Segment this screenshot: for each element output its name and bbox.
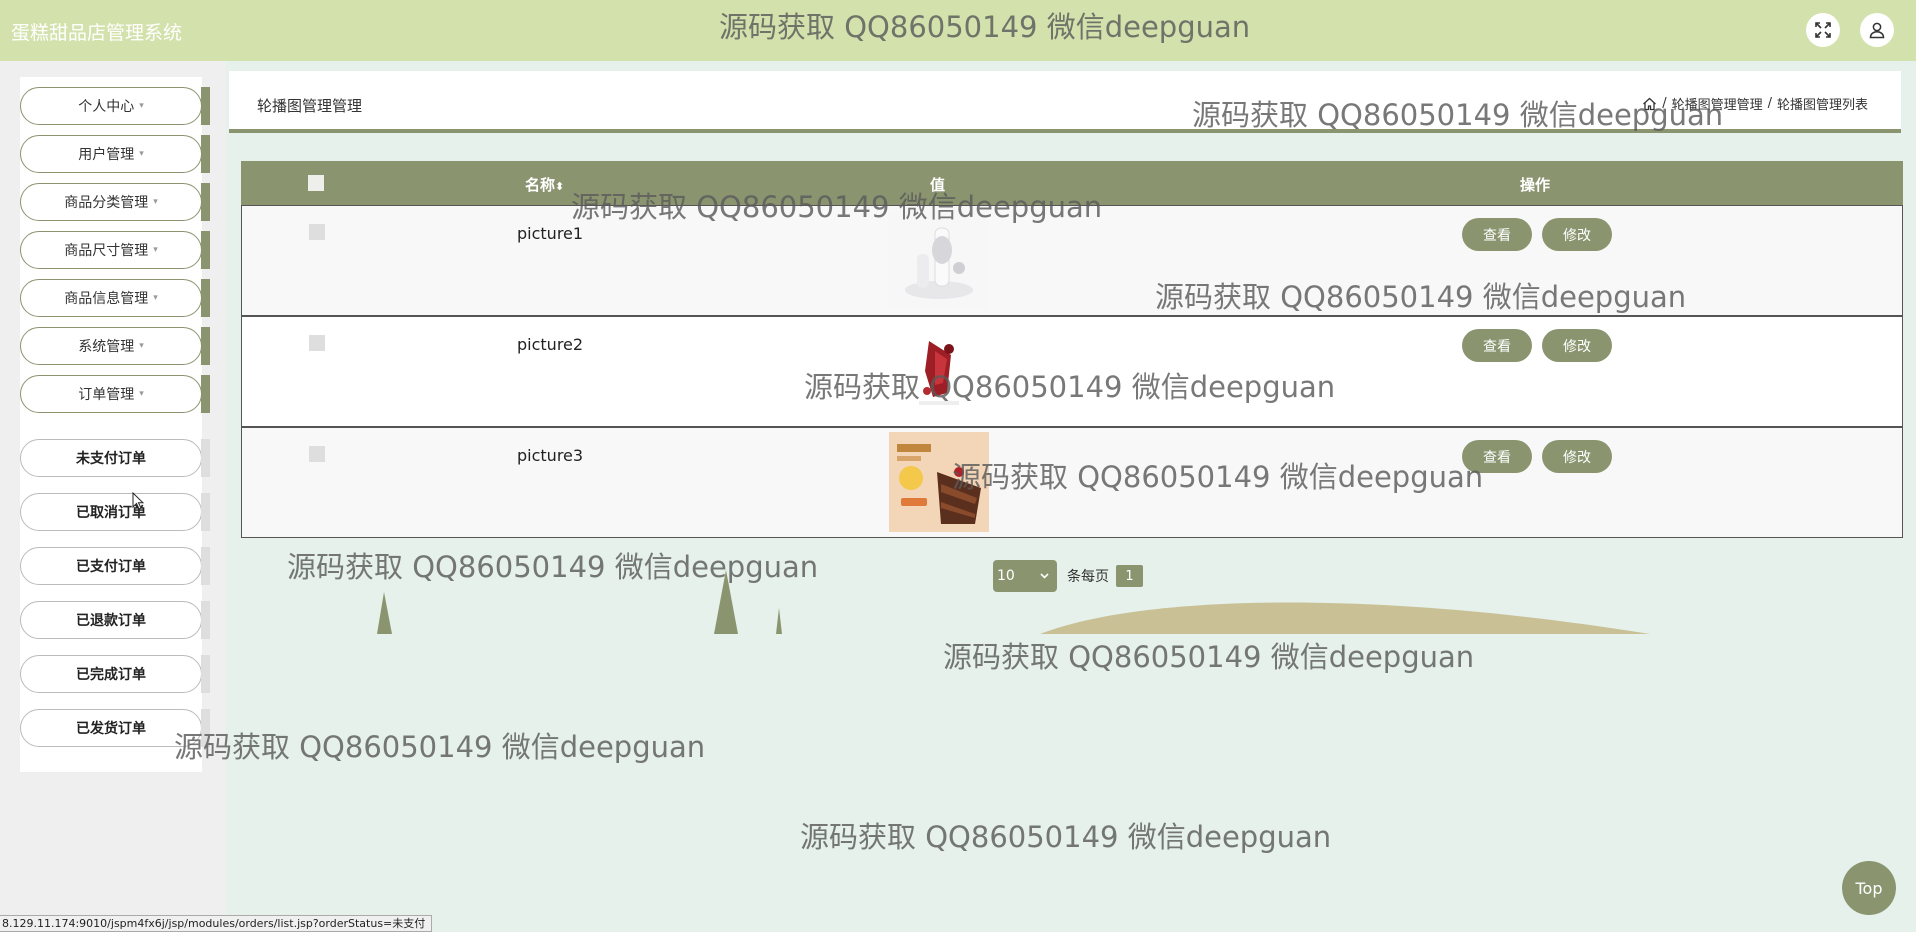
sort-icon: ⬍ xyxy=(555,180,565,193)
breadcrumb-separator: / xyxy=(1767,96,1772,111)
column-header-name[interactable]: 名称⬍ xyxy=(525,174,564,195)
edit-button[interactable]: 修改 xyxy=(1542,440,1612,473)
sidebar-item-product-management[interactable]: 商品信息管理 ▾ xyxy=(20,279,210,317)
chevron-down-icon: ▾ xyxy=(153,197,158,207)
page-title: 轮播图管理管理 xyxy=(257,97,363,115)
red-fruit-dessert-image xyxy=(889,321,989,421)
breadcrumb-separator: / xyxy=(1662,96,1667,111)
view-button[interactable]: 查看 xyxy=(1462,329,1532,362)
row-name: picture2 xyxy=(517,335,584,354)
sidebar-subitem-label: 已取消订单 xyxy=(20,493,202,531)
row-checkbox[interactable] xyxy=(309,446,325,462)
sidebar-subitem-cancelled-orders[interactable]: 已取消订单 xyxy=(20,493,210,531)
sidebar-item-label: 商品尺寸管理 xyxy=(64,243,149,259)
home-icon[interactable] xyxy=(1642,97,1657,111)
breadcrumb: / 轮播图管理管理 / 轮播图管理列表 xyxy=(1642,94,1868,113)
chevron-down-icon: ▾ xyxy=(139,149,144,159)
sidebar-subitem-shipped-orders[interactable]: 已发货订单 xyxy=(20,709,210,747)
sidebar-item-label: 用户管理 xyxy=(78,147,135,163)
sidebar-subitem-label: 已退款订单 xyxy=(20,601,202,639)
column-header-value: 值 xyxy=(930,176,946,194)
chocolate-cake-image xyxy=(889,432,989,532)
sidebar-subitem-label: 已完成订单 xyxy=(20,655,202,693)
content-header: 轮播图管理管理 / 轮播图管理管理 / 轮播图管理列表 xyxy=(229,71,1901,133)
row-name: picture3 xyxy=(517,446,584,465)
sidebar-subitem-refunded-orders[interactable]: 已退款订单 xyxy=(20,601,210,639)
row-checkbox[interactable] xyxy=(309,335,325,351)
user-icon[interactable] xyxy=(1860,13,1894,47)
back-to-top-button[interactable]: Top xyxy=(1842,861,1896,915)
sidebar-subitem-label: 未支付订单 xyxy=(20,439,202,477)
watermark-text: 源码获取 QQ86050149 微信deepguan xyxy=(800,820,1332,854)
sidebar-subitem-label: 已支付订单 xyxy=(20,547,202,585)
column-header-actions: 操作 xyxy=(1520,176,1551,194)
table-row: picture1 查看 修改 xyxy=(241,205,1903,316)
sidebar-item-label: 商品信息管理 xyxy=(64,291,149,307)
watermark-text: 源码获取 QQ86050149 微信deepguan xyxy=(943,640,1475,674)
chevron-down-icon: ▾ xyxy=(153,293,158,303)
view-button[interactable]: 查看 xyxy=(1462,218,1532,251)
chevron-down-icon: ▾ xyxy=(139,341,144,351)
select-all-checkbox[interactable] xyxy=(308,175,324,191)
decorative-shapes xyxy=(377,570,1650,634)
status-bar-url: 8.129.11.174:9010/jspm4fx6j/jsp/modules/… xyxy=(0,915,433,932)
edit-button[interactable]: 修改 xyxy=(1542,218,1612,251)
watermark-text: 源码获取 QQ86050149 微信deepguan xyxy=(174,730,706,764)
sidebar-item-system-management[interactable]: 系统管理 ▾ xyxy=(20,327,210,365)
sidebar-item-personal-center[interactable]: 个人中心 ▾ xyxy=(20,87,210,125)
chevron-down-icon: ▾ xyxy=(139,389,144,399)
sidebar-subitem-unpaid-orders[interactable]: 未支付订单 xyxy=(20,439,210,477)
chevron-down-icon: ▾ xyxy=(139,101,144,111)
sidebar-item-order-management[interactable]: 订单管理 ▾ xyxy=(20,375,210,413)
sidebar-subitem-paid-orders[interactable]: 已支付订单 xyxy=(20,547,210,585)
white-cream-cake-image xyxy=(889,210,989,310)
view-button[interactable]: 查看 xyxy=(1462,440,1532,473)
sidebar-item-label: 系统管理 xyxy=(78,339,135,355)
sidebar-item-size-management[interactable]: 商品尺寸管理 ▾ xyxy=(20,231,210,269)
table-row: picture3 查看 修改 xyxy=(241,427,1903,538)
sidebar-subitem-label: 已发货订单 xyxy=(20,709,202,747)
mouse-cursor-icon xyxy=(132,492,144,510)
sidebar-subitem-completed-orders[interactable]: 已完成订单 xyxy=(20,655,210,693)
edit-button[interactable]: 修改 xyxy=(1542,329,1612,362)
breadcrumb-level1[interactable]: 轮播图管理管理 xyxy=(1672,94,1763,113)
app-title: 蛋糕甜品店管理系统 xyxy=(11,22,183,44)
sidebar-item-label: 商品分类管理 xyxy=(64,195,149,211)
table-row: picture2 查看 修改 xyxy=(241,316,1903,427)
breadcrumb-level2: 轮播图管理列表 xyxy=(1776,98,1868,113)
sidebar-item-label: 个人中心 xyxy=(78,99,135,115)
row-checkbox[interactable] xyxy=(309,224,325,240)
sidebar-item-user-management[interactable]: 用户管理 ▾ xyxy=(20,135,210,173)
sidebar-item-label: 订单管理 xyxy=(78,387,135,403)
sidebar-item-category-management[interactable]: 商品分类管理 ▾ xyxy=(20,183,210,221)
row-name: picture1 xyxy=(517,224,584,243)
chevron-down-icon: ▾ xyxy=(153,245,158,255)
fullscreen-icon[interactable] xyxy=(1806,13,1840,47)
top-bar: 蛋糕甜品店管理系统 xyxy=(0,0,1916,61)
table-header: 名称⬍ 值 操作 xyxy=(241,161,1903,205)
